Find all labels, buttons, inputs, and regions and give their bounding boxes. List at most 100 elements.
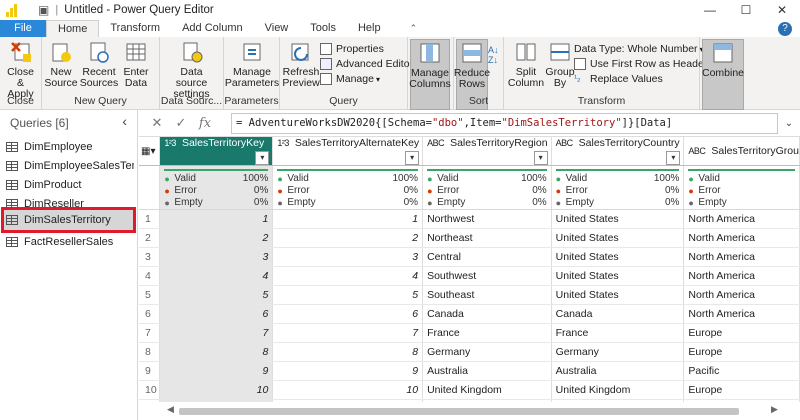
column-header[interactable]: 1²3 SalesTerritoryKey ▾ (159, 137, 274, 166)
maximize-icon[interactable]: ☐ (728, 0, 764, 20)
table-cell[interactable]: Germany (551, 342, 685, 362)
table-row[interactable]: 1 1 1 Northwest United States North America (139, 209, 800, 229)
replace-values-button[interactable]: ¹₂ Replace Values (574, 73, 719, 85)
column-header[interactable]: 1²3 SalesTerritoryAlternateKey ▾ (272, 137, 424, 166)
tab-tools[interactable]: Tools (299, 20, 347, 37)
query-item-selected[interactable]: DimSalesTerritory (1, 207, 136, 233)
table-cell[interactable]: United States (551, 228, 685, 248)
table-cell[interactable]: 5 (159, 285, 274, 305)
table-cell[interactable]: North America (683, 266, 800, 286)
table-cell[interactable]: Northeast (422, 228, 552, 248)
column-header[interactable]: ABC SalesTerritoryCountry ▾ (551, 137, 685, 166)
query-item[interactable]: DimEmployee (6, 138, 134, 156)
table-row[interactable]: 9 9 9 Australia Australia Pacific (139, 361, 800, 381)
table-cell[interactable]: 8 (159, 342, 274, 362)
data-type-dropdown[interactable]: Data Type: Whole Number▾ (574, 43, 719, 55)
save-icon[interactable]: ▣ (38, 3, 49, 17)
table-cell[interactable]: United States (551, 266, 685, 286)
table-row[interactable]: 4 4 4 Southwest United States North America (139, 266, 800, 286)
query-item[interactable]: DimProduct (6, 176, 134, 194)
formula-input[interactable]: = AdventureWorksDW2020{[Schema="dbo",Ite… (231, 112, 778, 134)
table-cell[interactable]: 10 (159, 380, 274, 400)
table-cell[interactable]: Canada (551, 304, 685, 324)
tab-add-column[interactable]: Add Column (171, 20, 254, 37)
table-cell[interactable]: Australia (551, 361, 685, 381)
table-cell[interactable]: Europe (683, 380, 800, 400)
table-cell[interactable]: North America (683, 304, 800, 324)
type-icon[interactable]: 1²3 (277, 138, 289, 148)
help-icon[interactable]: ? (778, 22, 792, 36)
table-row[interactable]: 6 6 6 Canada Canada North America (139, 304, 800, 324)
column-header[interactable]: ABC SalesTerritoryGrou (683, 137, 800, 166)
table-cell[interactable]: 6 (272, 304, 424, 324)
table-menu-icon[interactable]: ▦▾ (139, 137, 161, 166)
table-row[interactable]: 10 10 10 United Kingdom United Kingdom Europe (139, 380, 800, 400)
table-cell[interactable]: 1 (159, 209, 274, 229)
table-cell[interactable]: Central (422, 247, 552, 267)
table-cell[interactable]: 4 (159, 266, 274, 286)
advanced-editor-button[interactable]: Advanced Editor (320, 58, 413, 70)
first-row-headers-button[interactable]: Use First Row as Headers▾ (574, 58, 719, 70)
table-cell[interactable]: Pacific (683, 361, 800, 381)
table-row[interactable]: 8 8 8 Germany Germany Europe (139, 342, 800, 362)
minimize-icon[interactable]: — (692, 0, 728, 20)
type-icon[interactable]: ABC (556, 138, 574, 148)
fx-icon[interactable]: fx (193, 116, 217, 131)
tab-file[interactable]: File (0, 20, 46, 37)
table-cell[interactable]: France (422, 323, 552, 343)
type-icon[interactable]: ABC (688, 146, 706, 156)
table-row[interactable]: 7 7 7 France France Europe (139, 323, 800, 343)
table-cell[interactable]: United States (551, 209, 685, 229)
collapse-ribbon-icon[interactable]: ⌃ (410, 20, 418, 37)
scrollbar-thumb[interactable] (179, 408, 739, 415)
commit-formula-icon[interactable]: ✓ (169, 115, 193, 131)
table-cell[interactable]: North America (683, 285, 800, 305)
scroll-right-icon[interactable]: ▶ (771, 404, 778, 415)
column-header[interactable]: ABC SalesTerritoryRegion ▾ (422, 137, 552, 166)
close-icon[interactable]: ✕ (764, 0, 800, 20)
table-row[interactable]: 2 2 2 Northeast United States North America (139, 228, 800, 248)
table-row[interactable]: 5 5 5 Southeast United States North America (139, 285, 800, 305)
table-cell[interactable]: 4 (272, 266, 424, 286)
scroll-left-icon[interactable]: ◀ (167, 404, 174, 415)
table-cell[interactable]: 7 (272, 323, 424, 343)
table-cell[interactable]: Southeast (422, 285, 552, 305)
table-cell[interactable]: 9 (272, 361, 424, 381)
table-cell[interactable]: Europe (683, 342, 800, 362)
table-cell[interactable]: United Kingdom (551, 380, 685, 400)
table-cell[interactable]: 3 (159, 247, 274, 267)
combine-button[interactable]: Combine (702, 39, 744, 110)
table-cell[interactable]: North America (683, 247, 800, 267)
cancel-formula-icon[interactable]: ✕ (145, 115, 169, 131)
table-cell[interactable]: 9 (159, 361, 274, 381)
table-cell[interactable]: 5 (272, 285, 424, 305)
type-icon[interactable]: ABC (427, 138, 445, 148)
table-cell[interactable]: Southwest (422, 266, 552, 286)
table-cell[interactable]: 2 (272, 228, 424, 248)
table-cell[interactable]: France (551, 323, 685, 343)
expand-formula-icon[interactable]: ⌄ (778, 118, 800, 129)
table-cell[interactable]: 6 (159, 304, 274, 324)
tab-home[interactable]: Home (46, 20, 100, 37)
tab-help[interactable]: Help (347, 20, 392, 37)
table-cell[interactable]: Europe (683, 323, 800, 343)
table-cell[interactable]: North America (683, 228, 800, 248)
manage-columns-button[interactable]: Manage Columns (409, 39, 451, 110)
filter-dropdown-icon[interactable]: ▾ (255, 151, 270, 165)
table-cell[interactable]: United States (551, 285, 685, 305)
tab-transform[interactable]: Transform (99, 20, 171, 37)
table-cell[interactable]: United Kingdom (422, 380, 552, 400)
table-cell[interactable]: 3 (272, 247, 424, 267)
sort-descending-icon[interactable]: Z↓ (488, 55, 499, 65)
properties-button[interactable]: Properties (320, 43, 413, 55)
table-cell[interactable]: 8 (272, 342, 424, 362)
filter-dropdown-icon[interactable]: ▾ (666, 151, 681, 165)
type-icon[interactable]: 1²3 (164, 138, 176, 148)
table-cell[interactable]: Canada (422, 304, 552, 324)
query-item[interactable]: DimEmployeeSalesTerrit... (6, 157, 134, 175)
collapse-pane-icon[interactable]: ‹ (122, 113, 127, 129)
table-cell[interactable]: Northwest (422, 209, 552, 229)
table-cell[interactable]: 2 (159, 228, 274, 248)
sort-ascending-icon[interactable]: A↓ (488, 45, 499, 55)
manage-button[interactable]: Manage ▾ (320, 73, 413, 85)
